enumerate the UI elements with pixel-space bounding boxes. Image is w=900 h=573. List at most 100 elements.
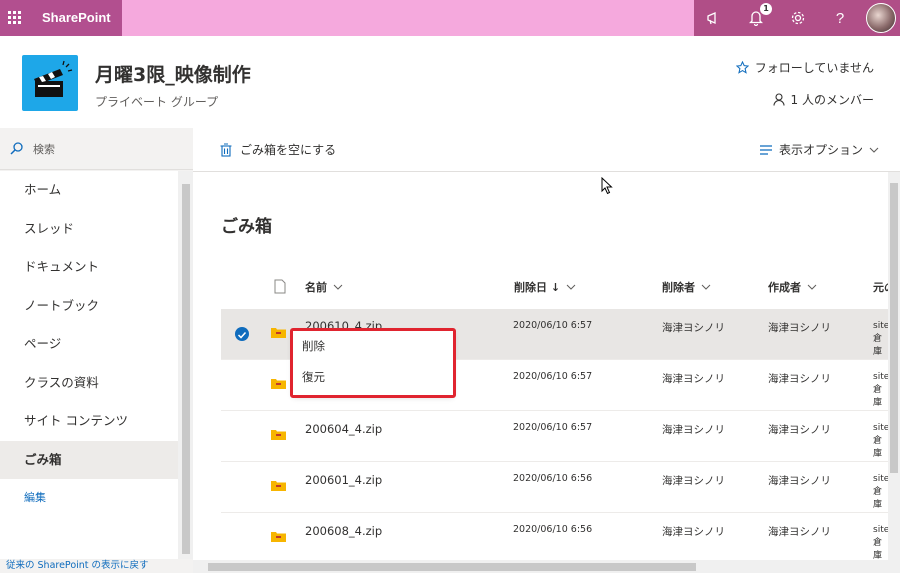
row-created-by: 海津ヨシノリ xyxy=(768,526,831,538)
view-options-button[interactable]: 表示オプション xyxy=(759,141,879,158)
person-icon xyxy=(772,93,785,106)
members-button[interactable]: 1 人のメンバー xyxy=(772,91,874,108)
zip-folder-icon xyxy=(271,481,286,491)
site-logo xyxy=(22,55,78,111)
row-deleted-by: 海津ヨシノリ xyxy=(662,424,725,436)
name-column-header[interactable]: 名前 xyxy=(305,279,343,295)
table-row[interactable]: 200608_4.zip 2020/06/10 6:56 海津ヨシノリ 海津ヨシ… xyxy=(221,513,888,560)
nav-item-recycle-bin[interactable]: ごみ箱 xyxy=(0,440,178,479)
nav-item-home[interactable]: ホーム xyxy=(0,171,178,210)
nav-edit-link[interactable]: 編集 xyxy=(0,479,178,517)
mouse-cursor-icon xyxy=(601,177,613,195)
nav-item-site-contents[interactable]: サイト コンテンツ xyxy=(0,402,178,441)
waffle-icon xyxy=(8,11,21,24)
chevron-down-icon xyxy=(566,284,576,290)
row-file-name[interactable]: 200604_4.zip xyxy=(305,422,382,436)
follow-label: フォローしていません xyxy=(754,61,874,75)
help-icon[interactable]: ? xyxy=(820,0,860,36)
row-original-location: site 倉庫 xyxy=(873,422,889,461)
view-options-icon xyxy=(760,144,772,155)
row-file-name[interactable]: 200608_4.zip xyxy=(305,524,382,538)
sharepoint-brand-link[interactable]: SharePoint xyxy=(30,0,122,36)
row-original-location: site 倉庫 xyxy=(873,473,889,512)
nav-list: ホーム スレッド ドキュメント ノートブック ページ クラスの資料 サイト コン… xyxy=(0,171,178,559)
site-title: 月曜3限_映像制作 xyxy=(95,64,251,86)
view-options-label: 表示オプション xyxy=(779,143,864,157)
row-file-name[interactable]: 200601_4.zip xyxy=(305,473,382,487)
nav-item-documents[interactable]: ドキュメント xyxy=(0,248,178,287)
notification-count-badge: 1 xyxy=(760,3,772,15)
nav-search-placeholder: 検索 xyxy=(33,142,55,156)
clapperboard-icon xyxy=(34,60,73,97)
row-original-site: site xyxy=(873,423,890,433)
main-vertical-scrollbar-thumb[interactable] xyxy=(890,183,898,473)
empty-recycle-bin-label: ごみ箱を空にする xyxy=(240,143,337,157)
row-deleted-by: 海津ヨシノリ xyxy=(662,475,725,487)
zip-folder-icon xyxy=(271,379,286,389)
chevron-down-icon xyxy=(701,284,711,290)
name-column-label: 名前 xyxy=(305,281,327,294)
deleted-date-column-header[interactable]: 削除日 ↓ xyxy=(514,279,576,295)
row-original-site: site xyxy=(873,525,888,535)
left-navigation: 検索 ホーム スレッド ドキュメント ノートブック ページ クラスの資料 サイト… xyxy=(0,128,193,573)
row-original-site: site xyxy=(873,474,890,484)
zip-folder-icon xyxy=(271,328,286,338)
row-original-folder: 倉庫 xyxy=(873,385,883,408)
follow-button[interactable]: フォローしていません xyxy=(735,59,874,76)
row-deleted-by: 海津ヨシノリ xyxy=(662,322,725,334)
megaphone-icon[interactable] xyxy=(694,0,734,36)
created-by-column-header[interactable]: 作成者 xyxy=(768,279,817,295)
row-deleted-by: 海津ヨシノリ xyxy=(662,526,725,538)
document-icon xyxy=(274,279,286,294)
row-original-location: site 倉庫 xyxy=(873,320,889,359)
trash-icon xyxy=(220,142,232,157)
deleted-by-column-label: 削除者 xyxy=(662,281,695,294)
nav-item-threads[interactable]: スレッド xyxy=(0,210,178,249)
zip-folder-icon xyxy=(271,532,286,542)
nav-item-pages[interactable]: ページ xyxy=(0,325,178,364)
row-original-site: site xyxy=(873,372,890,382)
highlight-outline xyxy=(290,328,456,398)
main-horizontal-scrollbar-thumb[interactable] xyxy=(208,563,696,571)
row-created-by: 海津ヨシノリ xyxy=(768,475,831,487)
row-checkmark-icon[interactable] xyxy=(235,327,249,341)
file-type-column-header[interactable] xyxy=(274,279,286,294)
row-created-by: 海津ヨシノリ xyxy=(768,373,831,385)
table-row[interactable]: 200601_4.zip 2020/06/10 6:56 海津ヨシノリ 海津ヨシ… xyxy=(221,462,889,513)
settings-gear-icon[interactable] xyxy=(778,0,818,36)
row-created-by: 海津ヨシノリ xyxy=(768,424,831,436)
nav-scrollbar-thumb[interactable] xyxy=(182,184,190,554)
table-row[interactable]: 200604_4.zip 2020/06/10 6:57 海津ヨシノリ 海津ヨシ… xyxy=(221,411,889,462)
row-deleted-date: 2020/06/10 6:57 xyxy=(513,422,593,433)
row-created-by: 海津ヨシノリ xyxy=(768,322,831,334)
deleted-by-column-header[interactable]: 削除者 xyxy=(662,279,711,295)
row-original-location: site 倉庫 xyxy=(873,371,889,410)
zip-folder-icon xyxy=(271,430,286,440)
search-icon xyxy=(10,142,23,155)
chevron-down-icon xyxy=(869,147,879,153)
nav-item-class-materials[interactable]: クラスの資料 xyxy=(0,364,178,403)
notification-bell-button[interactable]: 1 xyxy=(736,0,776,36)
created-by-column-label: 作成者 xyxy=(768,281,801,294)
row-deleted-date: 2020/06/10 6:57 xyxy=(513,320,593,331)
row-original-folder: 倉庫 xyxy=(873,334,883,357)
chevron-down-icon xyxy=(333,284,343,290)
row-original-location: site 倉庫 xyxy=(873,524,888,560)
site-subtitle: プライベート グループ xyxy=(95,95,219,109)
command-bar: ごみ箱を空にする 表示オプション xyxy=(193,128,900,172)
row-deleted-date: 2020/06/10 6:56 xyxy=(513,524,593,535)
nav-item-notebook[interactable]: ノートブック xyxy=(0,287,178,326)
deleted-date-column-label: 削除日 ↓ xyxy=(514,281,561,294)
app-launcher-button[interactable] xyxy=(0,0,30,36)
chevron-down-icon xyxy=(807,284,817,290)
nav-search-box[interactable]: 検索 xyxy=(0,128,193,170)
row-original-folder: 倉庫 xyxy=(873,436,883,459)
empty-recycle-bin-button[interactable]: ごみ箱を空にする xyxy=(220,141,336,158)
members-label: 1 人のメンバー xyxy=(790,93,874,107)
page-title: ごみ箱 xyxy=(221,217,272,237)
classic-view-link[interactable]: 従来の SharePoint の表示に戻す xyxy=(0,559,193,573)
star-icon xyxy=(735,61,749,74)
row-deleted-date: 2020/06/10 6:57 xyxy=(513,371,593,382)
user-avatar[interactable] xyxy=(866,3,896,33)
row-original-folder: 倉庫 xyxy=(873,487,883,510)
